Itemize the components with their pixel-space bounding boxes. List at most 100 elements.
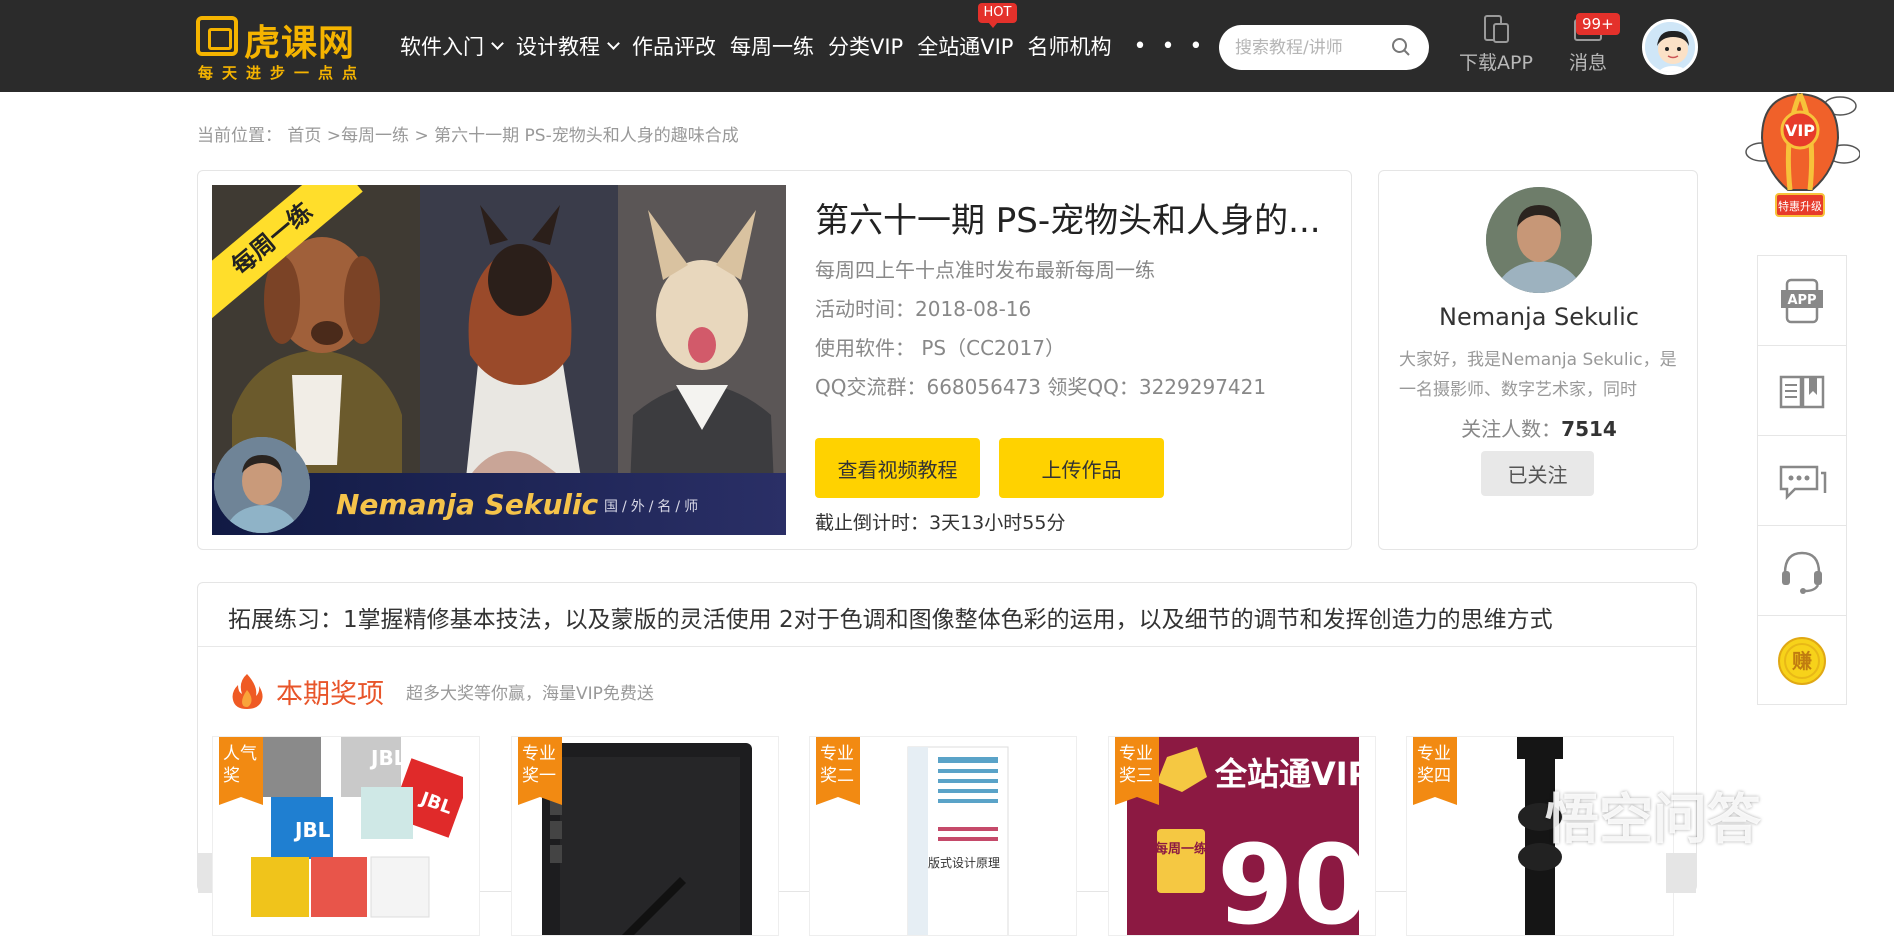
cover-author-name: Nemanja Sekulic xyxy=(336,488,599,521)
user-avatar[interactable] xyxy=(1642,19,1698,75)
app-icon: APP xyxy=(1781,278,1823,323)
prize-tag-line1: 专业 xyxy=(820,744,854,764)
side-toolbar: APP 赚 xyxy=(1757,255,1847,705)
prize-card-pro-3[interactable]: 全站通VIP 每周一练 90 专业 奖三 xyxy=(1108,736,1376,936)
nav-item-category-vip[interactable]: 分类VIP xyxy=(828,31,903,61)
prize-image-text: 全站通VIP xyxy=(1214,755,1359,793)
prize-title: 本期奖项 xyxy=(276,678,384,710)
prize-image-speakers: JBL JBL JBL xyxy=(251,737,463,918)
course-activity-time: 活动时间：2018-08-16 xyxy=(815,297,1032,321)
headset-icon xyxy=(1782,551,1822,594)
prize-image-number: 90 xyxy=(1217,821,1359,936)
course-cover-image[interactable]: 每周一练 Nemanja Sekulic 国/外/名/师 xyxy=(212,185,786,535)
nav-item-label: 作品评改 xyxy=(632,35,716,59)
side-chat-button[interactable] xyxy=(1758,436,1846,526)
prize-tag-line1: 专业 xyxy=(522,744,556,764)
breadcrumb-home-link[interactable]: 首页 xyxy=(287,126,321,146)
watermark: 悟空问答 xyxy=(1545,788,1761,851)
vip-promo-label: 特惠升级 xyxy=(1778,199,1822,213)
nav-item-weekly[interactable]: 每周一练 xyxy=(730,31,814,61)
author-bio: 大家好，我是Nemanja Sekulic，是一名摄影师、数字艺术家，同时 xyxy=(1399,350,1677,400)
author-fans: 关注人数：7514 xyxy=(1379,413,1699,442)
search-box xyxy=(1219,25,1429,70)
nav-item-teachers[interactable]: 名师机构 xyxy=(1027,31,1111,61)
fans-label: 关注人数： xyxy=(1461,417,1562,441)
main-nav: 软件入门 设计教程 作品评改 每周一练 分类VIP 全站通VIP HOT 名师机… xyxy=(400,0,1206,92)
prize-card-pro-1[interactable]: 专业 奖一 xyxy=(511,736,779,936)
avatar-icon xyxy=(1645,22,1695,72)
vip-balloon-label: VIP xyxy=(1785,121,1815,140)
side-support-button[interactable] xyxy=(1758,526,1846,616)
prize-image-drawing-tablet xyxy=(542,743,752,935)
logo-slogan: 每天进步一点点 xyxy=(198,64,367,82)
prize-tag-line2: 奖四 xyxy=(1417,766,1451,786)
prize-image-book: 版式设计原理 xyxy=(907,746,1009,935)
course-software: 使用软件： PS（CC2017） xyxy=(815,336,1065,360)
prize-image-text: JBL xyxy=(293,818,331,842)
nav-item-label: 每周一练 xyxy=(730,35,814,59)
breadcrumb-separator: > xyxy=(321,126,342,146)
download-app-button[interactable]: 下载APP xyxy=(1459,14,1533,75)
nav-item-all-vip[interactable]: 全站通VIP HOT xyxy=(917,3,1018,61)
chat-icon xyxy=(1779,465,1827,500)
prize-next-arrow[interactable] xyxy=(1666,853,1696,893)
countdown-text: 截止倒计时：3天13小时55分 xyxy=(815,512,1066,534)
search-icon[interactable] xyxy=(1391,37,1411,57)
site-logo[interactable]: 虎课网 每天进步一点点 xyxy=(196,14,382,82)
prize-card-popular[interactable]: JBL JBL JBL 人气 奖 xyxy=(212,736,480,936)
earn-coin-icon: 赚 xyxy=(1778,637,1826,685)
prize-tag-line1: 专业 xyxy=(1119,744,1153,764)
prize-tag: 人气 奖 xyxy=(219,737,263,805)
prize-tag-line2: 奖二 xyxy=(820,766,854,786)
nav-item-label: 名师机构 xyxy=(1027,35,1112,59)
prize-subtitle: 超多大奖等你赢，海量VIP免费送 xyxy=(406,683,654,704)
flame-icon xyxy=(232,674,263,709)
top-nav-bar: 虎课网 每天进步一点点 软件入门 设计教程 作品评改 每周一练 分类VIP 全站… xyxy=(0,0,1894,92)
search-input[interactable] xyxy=(1235,25,1385,70)
breadcrumb-prefix: 当前位置： xyxy=(197,126,282,146)
more-menu-button[interactable]: • • • xyxy=(1133,34,1206,59)
prize-tag: 专业 奖一 xyxy=(518,737,562,805)
prize-header: 本期奖项 超多大奖等你赢，海量VIP免费送 xyxy=(230,671,654,711)
fans-count: 7514 xyxy=(1561,417,1617,441)
side-app-button[interactable]: APP xyxy=(1758,256,1846,346)
divider xyxy=(198,646,1696,647)
prize-tag: 专业 奖三 xyxy=(1115,737,1159,805)
nav-item-design[interactable]: 设计教程 xyxy=(516,31,620,61)
app-icon-label: APP xyxy=(1787,293,1816,308)
nav-item-review[interactable]: 作品评改 xyxy=(632,31,716,61)
author-card: Nemanja Sekulic 大家好，我是Nemanja Sekulic，是一… xyxy=(1378,170,1698,550)
prize-image-subtext: 每周一练 xyxy=(1155,841,1207,857)
prize-image-text: 版式设计原理 xyxy=(928,856,1000,870)
hot-badge: HOT xyxy=(977,3,1018,28)
author-avatar[interactable] xyxy=(1486,187,1592,293)
nav-item-label: 软件入门 xyxy=(400,35,484,59)
course-title: 第六十一期 PS-宠物头和人身的... xyxy=(815,201,1321,241)
author-name[interactable]: Nemanja Sekulic xyxy=(1379,303,1699,331)
prize-tag: 专业 奖二 xyxy=(816,737,860,805)
prize-image-vip-card: 全站通VIP 每周一练 90 xyxy=(1127,737,1359,936)
prize-card-pro-2[interactable]: 版式设计原理 专业 奖二 xyxy=(809,736,1077,936)
cover-author-avatar xyxy=(214,437,310,533)
cover-author-subtitle: 国/外/名/师 xyxy=(604,499,703,515)
side-book-button[interactable] xyxy=(1758,346,1846,436)
prize-tag-line2: 奖三 xyxy=(1119,766,1153,786)
upload-work-button[interactable]: 上传作品 xyxy=(999,438,1164,498)
earn-icon-label: 赚 xyxy=(1791,649,1812,673)
logo-icon xyxy=(196,16,238,56)
side-earn-button[interactable]: 赚 xyxy=(1758,616,1846,706)
course-qq-info: QQ交流群：668056473 领奖QQ：3229297421 xyxy=(815,375,1267,399)
prize-tag-line1: 人气 xyxy=(223,744,257,764)
svg-text:JBL: JBL xyxy=(369,746,407,770)
prize-tag-line1: 专业 xyxy=(1417,744,1451,764)
vip-promo-balloon[interactable]: VIP 特惠升级 xyxy=(1740,90,1860,230)
breadcrumb-section-link[interactable]: 每周一练 xyxy=(341,126,409,146)
nav-item-label: 分类VIP xyxy=(828,35,904,59)
prize-tag-line2: 奖 xyxy=(223,766,240,786)
chevron-down-icon xyxy=(491,36,504,50)
watch-video-button[interactable]: 查看视频教程 xyxy=(815,438,980,498)
nav-item-software[interactable]: 软件入门 xyxy=(400,31,504,61)
messages-label: 消息 xyxy=(1569,52,1608,74)
follow-button[interactable]: 已关注 xyxy=(1481,451,1594,496)
course-schedule: 每周四上午十点准时发布最新每周一练 xyxy=(815,258,1155,282)
